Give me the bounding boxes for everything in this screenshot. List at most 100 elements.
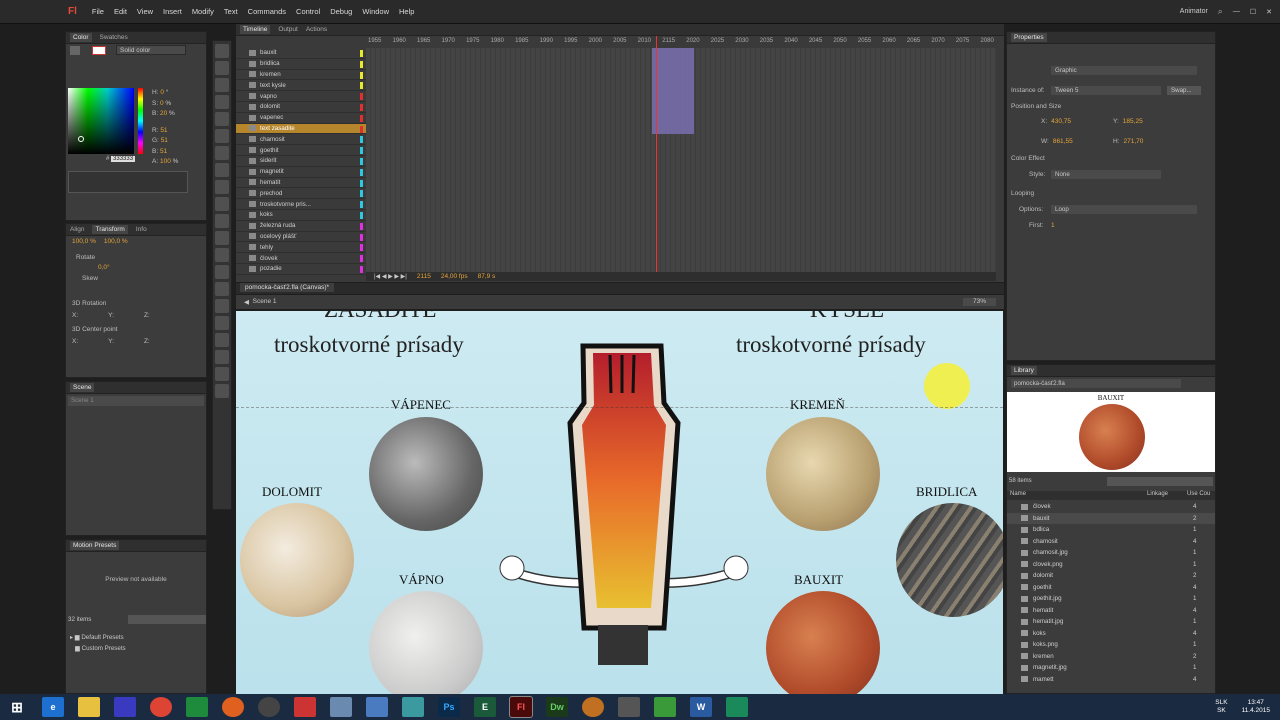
- scale-height-value[interactable]: 100,0 %: [104, 238, 128, 245]
- layer-color-swatch[interactable]: [360, 93, 363, 101]
- playhead[interactable]: [656, 36, 657, 275]
- library-item[interactable]: človek 4: [1007, 501, 1215, 513]
- zoom-tool-icon[interactable]: [215, 350, 229, 364]
- eraser-tool-icon[interactable]: [215, 316, 229, 330]
- library-item[interactable]: koks 4: [1007, 628, 1215, 640]
- layer-color-swatch[interactable]: [360, 255, 363, 263]
- hex-value[interactable]: 333333: [111, 156, 136, 162]
- green-value[interactable]: 51: [161, 137, 168, 144]
- library-item[interactable]: kremen 2: [1007, 651, 1215, 663]
- fill-color-tool-icon[interactable]: [215, 384, 229, 398]
- timeline-layer[interactable]: ocelový plášť: [236, 232, 366, 243]
- chrome-icon[interactable]: [150, 697, 172, 717]
- menu-text[interactable]: Text: [219, 7, 243, 16]
- layer-color-swatch[interactable]: [360, 147, 363, 155]
- menu-modify[interactable]: Modify: [187, 7, 219, 16]
- menu-file[interactable]: File: [87, 7, 109, 16]
- col-name[interactable]: Name: [1007, 491, 1147, 500]
- y-value[interactable]: 185,25: [1123, 118, 1143, 125]
- app-teal-icon[interactable]: [402, 697, 424, 717]
- brush-tool-icon[interactable]: [215, 231, 229, 245]
- timeline-layer[interactable]: dolomit: [236, 102, 366, 113]
- oval-tool-icon[interactable]: [215, 197, 229, 211]
- bone-tool-icon[interactable]: [215, 265, 229, 279]
- style-select[interactable]: None: [1051, 170, 1161, 179]
- tab-swatches[interactable]: Swatches: [100, 34, 128, 41]
- menu-debug[interactable]: Debug: [325, 7, 357, 16]
- calculator-icon[interactable]: [618, 697, 640, 717]
- timeline-layer[interactable]: chamosit: [236, 134, 366, 146]
- layer-color-swatch[interactable]: [360, 201, 363, 209]
- timeline-layer[interactable]: tehly: [236, 242, 366, 254]
- word-icon[interactable]: W: [690, 697, 712, 717]
- subselection-tool-icon[interactable]: [215, 61, 229, 75]
- library-item[interactable]: chamosit 4: [1007, 536, 1215, 548]
- alpha-value[interactable]: 100: [160, 158, 171, 165]
- tab-transform[interactable]: Transform: [92, 225, 128, 234]
- flash-icon[interactable]: Fl: [509, 696, 533, 718]
- timeline-layer[interactable]: človek: [236, 253, 366, 264]
- red-value[interactable]: 51: [160, 127, 167, 134]
- timeline-layer[interactable]: goethit: [236, 145, 366, 156]
- timeline-layer[interactable]: koks: [236, 210, 366, 221]
- timeline-layer[interactable]: siderit: [236, 156, 366, 167]
- layer-color-swatch[interactable]: [360, 179, 363, 187]
- layer-color-swatch[interactable]: [360, 60, 363, 68]
- timeline-layer[interactable]: hematit: [236, 178, 366, 189]
- library-item[interactable]: koks.png 1: [1007, 639, 1215, 651]
- workspace-switcher[interactable]: Animator: [1180, 8, 1208, 15]
- layer-color-swatch[interactable]: [360, 222, 363, 230]
- menu-commands[interactable]: Commands: [243, 7, 291, 16]
- network-icon[interactable]: [330, 697, 352, 717]
- pencil-tool-icon[interactable]: [215, 214, 229, 228]
- save-icon[interactable]: [114, 697, 136, 717]
- hue-slider[interactable]: [138, 88, 143, 154]
- tab-actions[interactable]: Actions: [306, 26, 327, 33]
- library-item[interactable]: magnetit.jpg 1: [1007, 662, 1215, 674]
- library-item[interactable]: dolomit 2: [1007, 570, 1215, 582]
- library-file-select[interactable]: pomocka-časť2.fla: [1011, 379, 1181, 388]
- folder-custom-presets[interactable]: ▆ Custom Presets: [70, 643, 126, 654]
- x-value[interactable]: 430,75: [1051, 118, 1071, 125]
- deco-tool-icon[interactable]: [215, 248, 229, 262]
- menu-window[interactable]: Window: [357, 7, 394, 16]
- language-indicator[interactable]: SLK SK: [1215, 699, 1227, 715]
- swap-button[interactable]: Swap...: [1167, 86, 1201, 95]
- selection-tool-icon[interactable]: [215, 44, 229, 58]
- line-tool-icon[interactable]: [215, 163, 229, 177]
- play-controls-icon[interactable]: |◀ ◀ ▶ ▶ ▶|: [374, 273, 407, 280]
- rotate-radio[interactable]: Rotate: [76, 254, 95, 261]
- maximize-icon[interactable]: ☐: [1250, 8, 1256, 16]
- section-color-effect[interactable]: Color Effect: [1011, 155, 1045, 162]
- hue-value[interactable]: 0: [160, 89, 164, 96]
- library-item[interactable]: hematit.jpg 1: [1007, 616, 1215, 628]
- firefox-icon[interactable]: [222, 697, 244, 717]
- tab-timeline[interactable]: Timeline: [240, 25, 271, 34]
- timeline-ruler[interactable]: 1955 1960 1965 1970 1975 1980 1985 1990 1995 2000…: [366, 36, 996, 48]
- layer-color-swatch[interactable]: [360, 82, 363, 90]
- menu-edit[interactable]: Edit: [109, 7, 132, 16]
- layer-color-swatch[interactable]: [360, 157, 363, 165]
- media-icon[interactable]: [258, 697, 280, 717]
- timeline-layer[interactable]: text zasadite: [236, 123, 366, 135]
- library-item[interactable]: clovek.png 1: [1007, 559, 1215, 571]
- library-item[interactable]: goethit 4: [1007, 582, 1215, 594]
- fill-type-select[interactable]: Solid color: [116, 45, 186, 55]
- layer-color-swatch[interactable]: [360, 136, 363, 144]
- timeline-layer[interactable]: troskotvorne pris...: [236, 199, 366, 210]
- col-linkage[interactable]: Linkage: [1147, 491, 1187, 500]
- scene-breadcrumb[interactable]: Scene 1: [253, 298, 277, 306]
- edge-animate-icon[interactable]: E: [474, 697, 496, 717]
- layer-color-swatch[interactable]: [360, 244, 363, 252]
- tab-info[interactable]: Info: [136, 226, 147, 233]
- timeline-layer[interactable]: pozadie: [236, 264, 366, 275]
- section-looping[interactable]: Looping: [1011, 190, 1034, 197]
- tween-span[interactable]: [652, 48, 694, 134]
- explorer-icon[interactable]: [78, 697, 100, 717]
- close-icon[interactable]: ✕: [1266, 8, 1272, 16]
- stroke-color-icon[interactable]: [70, 46, 80, 55]
- layer-color-swatch[interactable]: [360, 190, 363, 198]
- back-arrow-icon[interactable]: ◀: [244, 298, 253, 306]
- brightness-value[interactable]: 20: [160, 110, 167, 117]
- layer-color-swatch[interactable]: [360, 168, 363, 176]
